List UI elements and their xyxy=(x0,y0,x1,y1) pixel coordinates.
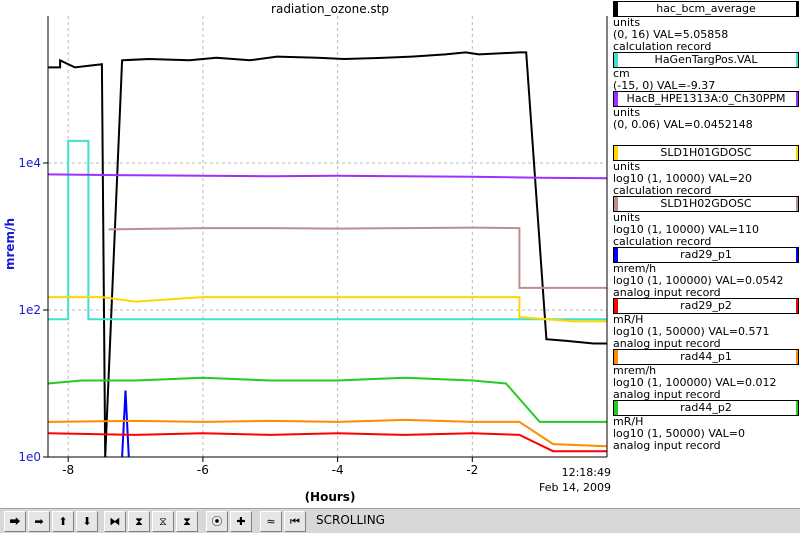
legend-item-hacb-hpe1313a[interactable]: HacB_HPE1313A:0_Ch30PPM units (0, 0.06) … xyxy=(611,90,800,144)
legend-color-swatch xyxy=(614,248,618,262)
legend-item-sld1h01gdosc[interactable]: SLD1H01GDOSC units log10 (1, 10000) VAL=… xyxy=(611,144,800,197)
legend-name-box[interactable]: rad44_p1 xyxy=(613,349,799,365)
legend-name-box[interactable]: rad29_p1 xyxy=(613,247,799,263)
default-scale-icon[interactable]: ✚ xyxy=(230,511,252,532)
legend-name-box[interactable]: rad29_p2 xyxy=(613,298,799,314)
y-tick-label: 1e0 xyxy=(18,450,41,464)
stagger-icon[interactable]: ≈ xyxy=(260,511,282,532)
legend-name-box[interactable]: HaGenTargPos.VAL xyxy=(613,52,799,68)
legend-color-swatch xyxy=(614,350,618,364)
arrow-up-icon[interactable]: ⬆ xyxy=(52,511,74,532)
end-time-readout: 12:18:49 xyxy=(561,466,611,479)
plot-area xyxy=(48,16,607,457)
legend-name: HaGenTargPos.VAL xyxy=(654,53,758,66)
y-tick-label: 1e2 xyxy=(18,303,41,317)
arrow-right-icon[interactable]: ➡ xyxy=(28,511,50,532)
legend-item-hac-bcm-average[interactable]: hac_bcm_average units (0, 16) VAL=5.0585… xyxy=(611,0,800,53)
legend-record-type: analog input record xyxy=(613,439,721,452)
arrow-left-icon[interactable]: ⮕ xyxy=(4,511,26,532)
legend-color-swatch xyxy=(614,92,618,106)
legend-range-value: (0, 0.06) VAL=0.0452148 xyxy=(613,118,753,131)
x-tick-label: -8 xyxy=(62,463,74,477)
arrow-down-icon[interactable]: ⬇ xyxy=(76,511,98,532)
legend-color-swatch xyxy=(614,53,618,67)
legend-color-swatch xyxy=(614,2,618,16)
end-date-readout: Feb 14, 2009 xyxy=(539,481,611,494)
x-tick-label: -6 xyxy=(197,463,209,477)
legend-item-hagentargpos[interactable]: HaGenTargPos.VAL cm (-15, 0) VAL=-9.37 xyxy=(611,51,800,92)
legend-color-swatch xyxy=(614,401,618,415)
legend-name-box[interactable]: SLD1H02GDOSC xyxy=(613,196,799,212)
zoom-in-y-icon[interactable]: ⧖ xyxy=(152,511,174,532)
zoom-out-y-icon[interactable]: ⧗ xyxy=(176,511,198,532)
legend-color-swatch xyxy=(614,299,618,313)
legend-name-box[interactable]: HacB_HPE1313A:0_Ch30PPM xyxy=(613,91,799,107)
legend-name: rad29_p2 xyxy=(680,299,732,312)
scroll-status: SCROLLING xyxy=(316,513,385,527)
legend-name-box[interactable]: SLD1H01GDOSC xyxy=(613,145,799,161)
toolbar: ⮕ ➡ ⬆ ⬇ ⧓ ⧗ ⧖ ⧗ ⦿ ✚ ≈ ⏮ SCROLLING xyxy=(0,508,800,533)
legend-item-rad44-p2[interactable]: rad44_p2 mR/H log10 (1, 50000) VAL=0 ana… xyxy=(611,399,800,452)
legend-name: hac_bcm_average xyxy=(656,2,756,15)
autoscale-icon[interactable]: ⦿ xyxy=(206,511,228,532)
y-tick-label: 1e4 xyxy=(18,156,41,170)
legend-name-box[interactable]: rad44_p2 xyxy=(613,400,799,416)
legend-name: SLD1H02GDOSC xyxy=(660,197,752,210)
legend-item-rad29-p2[interactable]: rad29_p2 mR/H log10 (1, 50000) VAL=0.571… xyxy=(611,297,800,350)
legend-name: rad44_p1 xyxy=(680,350,732,363)
x-tick-label: -4 xyxy=(332,463,344,477)
legend-name: SLD1H01GDOSC xyxy=(660,146,752,159)
legend-name: rad44_p2 xyxy=(680,401,732,414)
legend-item-rad29-p1[interactable]: rad29_p1 mrem/h log10 (1, 100000) VAL=0.… xyxy=(611,246,800,299)
pv-legend: hac_bcm_average units (0, 16) VAL=5.0585… xyxy=(611,0,800,475)
legend-name: HacB_HPE1313A:0_Ch30PPM xyxy=(626,92,786,105)
x-tick-label: -2 xyxy=(466,463,478,477)
legend-name-box[interactable]: hac_bcm_average xyxy=(613,1,799,17)
x-axis-label: (Hours) xyxy=(304,490,356,504)
undo-icon[interactable]: ⏮ xyxy=(284,511,306,532)
legend-color-swatch xyxy=(614,197,618,211)
zoom-in-x-icon[interactable]: ⧓ xyxy=(104,511,126,532)
legend-color-swatch xyxy=(614,146,618,160)
legend-item-sld1h02gdosc[interactable]: SLD1H02GDOSC units log10 (1, 10000) VAL=… xyxy=(611,195,800,248)
legend-name: rad29_p1 xyxy=(680,248,732,261)
zoom-out-x-icon[interactable]: ⧗ xyxy=(128,511,150,532)
strip-chart[interactable]: -8 -6 -4 -2 1e0 1e2 1e4 xyxy=(0,0,611,505)
legend-item-rad44-p1[interactable]: rad44_p1 mrem/h log10 (1, 100000) VAL=0.… xyxy=(611,348,800,401)
